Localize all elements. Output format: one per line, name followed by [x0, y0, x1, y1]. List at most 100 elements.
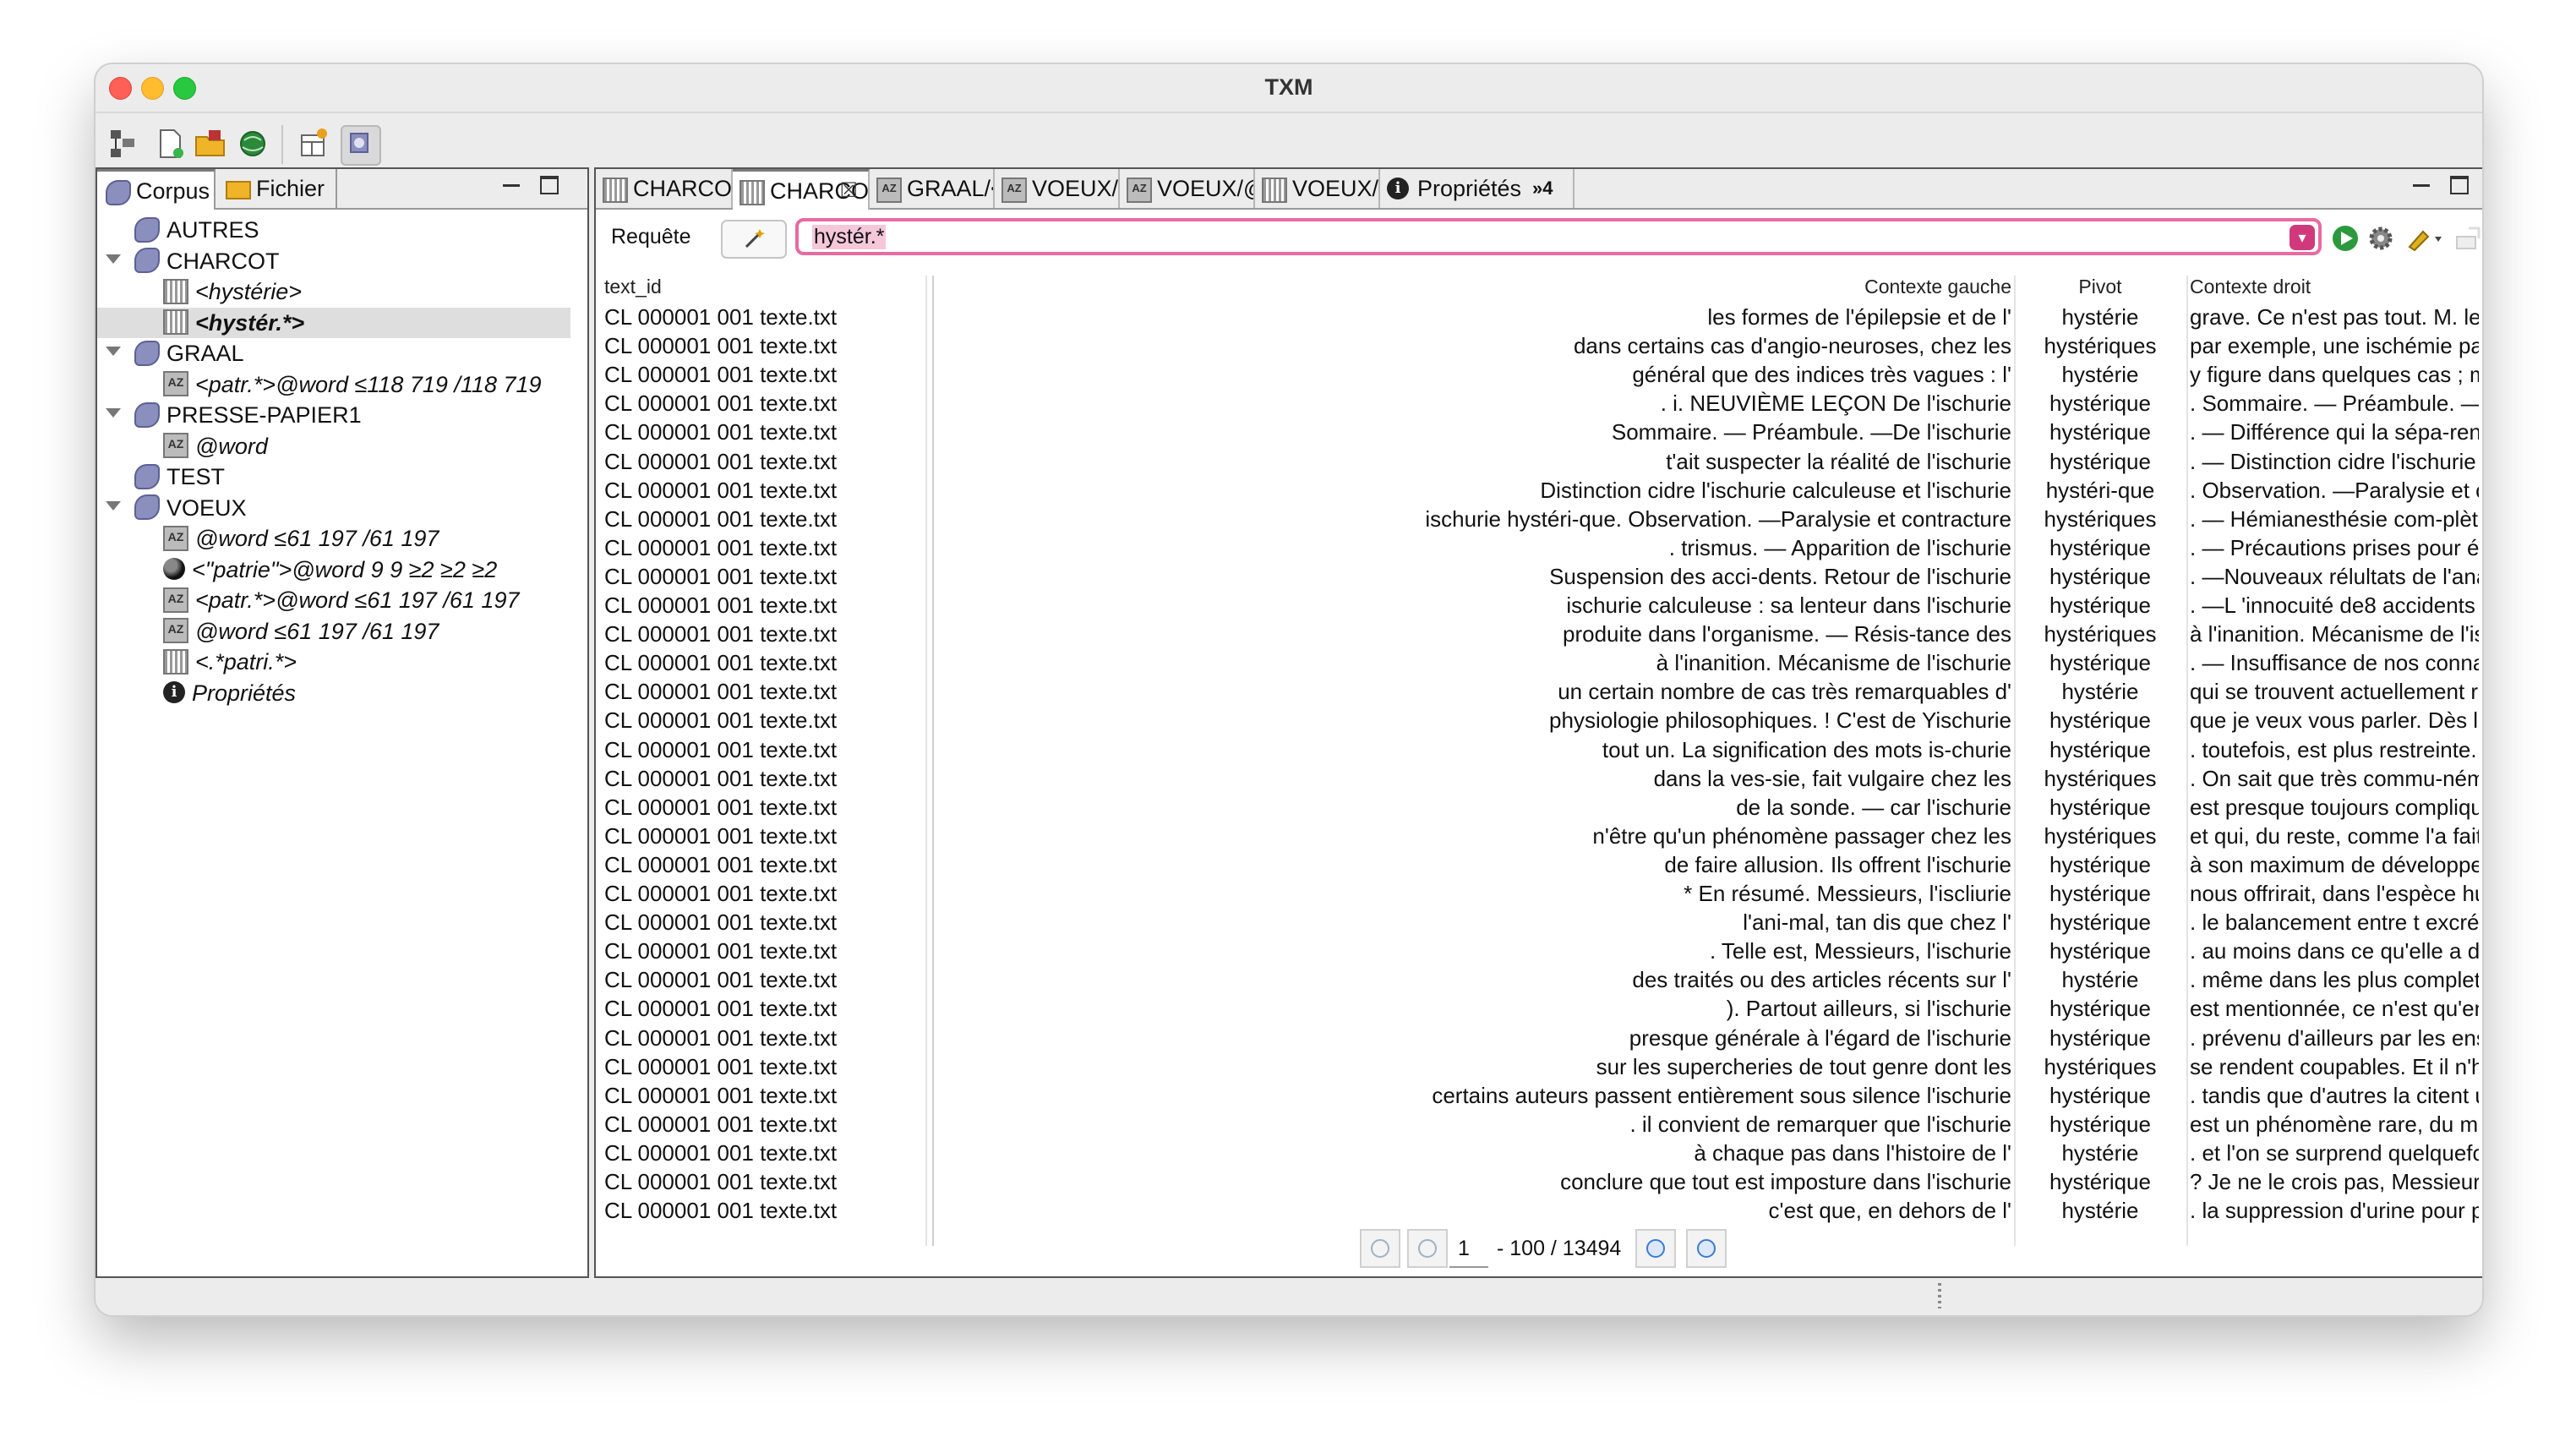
table-row[interactable]: CL 000001 001 texte.txt). Partout ailleu…: [596, 996, 2480, 1024]
table-row[interactable]: CL 000001 001 texte.txt les formes de l'é…: [596, 304, 2480, 333]
table-row[interactable]: CL 000001 001 texte.txt à l'inanition. Mé…: [596, 650, 2480, 679]
tree-node[interactable]: AZ @word ≤61 197 /61 197: [97, 523, 570, 554]
column-header-text-id[interactable]: text_id: [604, 276, 662, 301]
tree-node[interactable]: AZ @word: [97, 431, 570, 462]
tree-node[interactable]: <.*patri.*>: [97, 647, 570, 677]
add-view-icon[interactable]: [295, 125, 332, 162]
table-row[interactable]: CL 000001 001 texte.txt . il convient de …: [596, 1112, 2480, 1140]
globe-import-icon[interactable]: [234, 125, 271, 162]
minimize-editor-icon[interactable]: [2413, 176, 2433, 196]
first-page-button[interactable]: [1360, 1229, 1400, 1268]
pagination-bar: 1 - 100 / 13494: [596, 1224, 2482, 1275]
column-header-right-context[interactable]: Contexte droit: [2190, 276, 2311, 301]
tree-node[interactable]: <hystér.*>: [97, 307, 570, 338]
tree-node[interactable]: AZ <patr.*>@word ≤61 197 /61 197: [97, 585, 570, 615]
tree-node[interactable]: VOEUX: [97, 493, 570, 523]
table-row[interactable]: CL 000001 001 texte.txt . i. NEUVIÈME LEÇ…: [596, 391, 2480, 419]
table-row[interactable]: CL 000001 001 texte.txt des traités ou de…: [596, 967, 2480, 996]
hierarchy-icon[interactable]: [104, 125, 141, 162]
tree-node[interactable]: i Propriétés: [97, 678, 570, 708]
expand-toggle-icon[interactable]: [106, 254, 121, 264]
editor-tab[interactable]: CHARCOT/<hys...☒: [733, 169, 870, 210]
corpus-view-toggle-icon[interactable]: [341, 125, 381, 166]
more-tabs-indicator[interactable]: »4: [1532, 169, 1553, 208]
specificity-icon: [163, 558, 185, 581]
table-row[interactable]: CL 000001 001 texte.txt certains auteurs …: [596, 1083, 2480, 1112]
cell-pivot: hystérie: [2061, 1198, 2139, 1224]
open-folder-icon[interactable]: [192, 125, 229, 162]
edit-keys-icon[interactable]: [2404, 223, 2445, 254]
cell-text-id: CL 000001 001 texte.txt: [604, 736, 838, 762]
table-row[interactable]: CL 000001 001 texte.txt c'est que, en deh…: [596, 1198, 2480, 1226]
expand-toggle-icon[interactable]: [106, 500, 121, 511]
tab-corpus[interactable]: Corpus: [97, 169, 216, 210]
table-row[interactable]: CL 000001 001 texte.txt sur les supercher…: [596, 1054, 2480, 1083]
table-row[interactable]: CL 000001 001 texte.txt conclure que tout…: [596, 1169, 2480, 1198]
editor-tab[interactable]: AZVOEUX/@word...: [1120, 169, 1255, 208]
close-tab-icon[interactable]: ☒: [839, 172, 858, 210]
table-row[interactable]: CL 000001 001 texte.txt un certain nombre…: [596, 679, 2480, 707]
tree-node[interactable]: <hystérie>: [97, 276, 570, 307]
cell-right-context: est presque toujours compliquée de réten…: [2190, 794, 2479, 820]
settings-gear-icon[interactable]: [2366, 223, 2396, 254]
table-row[interactable]: CL 000001 001 texte.txt n'être qu'un phén…: [596, 823, 2480, 852]
table-row[interactable]: CL 000001 001 texte.txt Distinction cidre…: [596, 478, 2480, 506]
tab-fichier[interactable]: Fichier: [217, 169, 337, 208]
export-disabled-icon[interactable]: [2452, 223, 2482, 254]
table-row[interactable]: CL 000001 001 texte.txt . trismus. — Appa…: [596, 535, 2480, 564]
resize-grip-icon[interactable]: [1938, 1283, 1941, 1308]
page-number-input[interactable]: 1: [1449, 1229, 1488, 1268]
column-header-pivot[interactable]: Pivot: [2017, 276, 2183, 301]
editor-tab-label: Propriétés: [1417, 176, 1522, 201]
table-row[interactable]: CL 000001 001 texte.txt ischurie hystéri-…: [596, 506, 2480, 535]
table-row[interactable]: CL 000001 001 texte.txt dans certains cas…: [596, 333, 2480, 362]
expand-toggle-icon[interactable]: [106, 408, 121, 418]
query-history-dropdown[interactable]: ▾: [2289, 225, 2315, 250]
minimize-view-icon[interactable]: [503, 176, 523, 196]
column-header-left-context[interactable]: Contexte gauche: [936, 276, 2011, 301]
tree-node[interactable]: <"patrie">@word 9 9 ≥2 ≥2 ≥2: [97, 554, 570, 585]
next-page-button[interactable]: [1635, 1229, 1676, 1268]
editor-tab-label: GRAAL/<patr...: [907, 176, 995, 201]
table-row[interactable]: CL 000001 001 texte.txt t'ait suspecter l…: [596, 449, 2480, 478]
table-row[interactable]: CL 000001 001 texte.txt de faire allusion…: [596, 852, 2480, 881]
table-row[interactable]: CL 000001 001 texte.txt * En résumé. Mess…: [596, 881, 2480, 909]
maximize-view-icon[interactable]: [540, 176, 560, 196]
table-row[interactable]: CL 000001 001 texte.txt presque générale …: [596, 1025, 2480, 1054]
new-file-icon[interactable]: [151, 125, 188, 162]
editor-tab[interactable]: CHARCOT/<hys...: [596, 169, 733, 208]
previous-page-button[interactable]: [1407, 1229, 1448, 1268]
tree-node[interactable]: AUTRES: [97, 215, 570, 245]
run-query-icon[interactable]: [2330, 223, 2360, 254]
tree-node[interactable]: TEST: [97, 462, 570, 492]
tree-node[interactable]: GRAAL: [97, 338, 570, 369]
table-row[interactable]: CL 000001 001 texte.txt Sommaire. — Préam…: [596, 419, 2480, 448]
table-row[interactable]: CL 000001 001 texte.txt général que des i…: [596, 362, 2480, 391]
table-row[interactable]: CL 000001 001 texte.txt tout un. La signi…: [596, 737, 2480, 766]
table-row[interactable]: CL 000001 001 texte.txt dans la ves-sie, …: [596, 766, 2480, 795]
table-row[interactable]: CL 000001 001 texte.txt à chaque pas dans…: [596, 1140, 2480, 1169]
table-row[interactable]: CL 000001 001 texte.txt physiologie philo…: [596, 707, 2480, 736]
table-row[interactable]: CL 000001 001 texte.txt de la sonde. — ca…: [596, 795, 2480, 823]
table-row[interactable]: CL 000001 001 texte.txt . Telle est, Mess…: [596, 938, 2480, 967]
table-row[interactable]: CL 000001 001 texte.txt Suspension des ac…: [596, 564, 2480, 593]
editor-tab[interactable]: AZGRAAL/<patr...: [870, 169, 995, 208]
tree-node[interactable]: PRESSE-PAPIER1: [97, 400, 570, 430]
maximize-editor-icon[interactable]: [2450, 176, 2470, 196]
tree-node[interactable]: CHARCOT: [97, 246, 570, 276]
table-row[interactable]: CL 000001 001 texte.txt produite dans l'o…: [596, 621, 2480, 650]
tree-node-label: CHARCOT: [166, 248, 280, 274]
cell-pivot: hystérique: [2049, 851, 2151, 877]
tree-node-label: <patr.*>@word ≤118 719 /118 719: [195, 371, 542, 397]
editor-tab[interactable]: VOEUX/<.*pat...: [1255, 169, 1380, 208]
table-row[interactable]: CL 000001 001 texte.txt ischurie calculeu…: [596, 593, 2480, 621]
editor-tab[interactable]: AZVOEUX/<patr...: [995, 169, 1120, 208]
query-input[interactable]: hystér.* ▾: [795, 218, 2322, 255]
tree-node[interactable]: AZ <patr.*>@word ≤118 719 /118 719: [97, 369, 570, 400]
tree-node[interactable]: AZ @word ≤61 197 /61 197: [97, 616, 570, 647]
last-page-button[interactable]: [1686, 1229, 1727, 1268]
query-assistant-button[interactable]: [721, 220, 787, 259]
cell-text-id: CL 000001 001 texte.txt: [604, 1082, 838, 1108]
expand-toggle-icon[interactable]: [106, 347, 121, 356]
table-row[interactable]: CL 000001 001 texte.txt l'ani-mal, tan di…: [596, 909, 2480, 938]
